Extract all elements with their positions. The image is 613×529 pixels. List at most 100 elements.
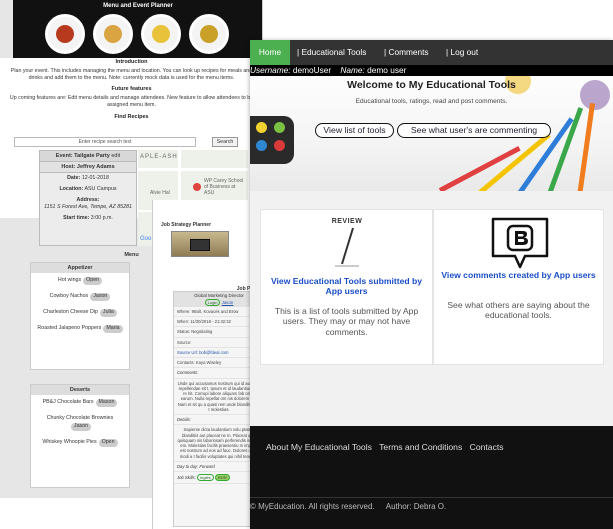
assignee-tag[interactable]: Maria [103, 324, 123, 333]
menu-item-name: Charleston Cheese Dip [43, 308, 98, 315]
nav-comments[interactable]: | Comments [384, 40, 429, 65]
map-road [138, 168, 248, 171]
view-tools-button[interactable]: View list of tools [315, 123, 394, 138]
menu-item-name: Chunky Chocolate Brownies [46, 414, 114, 421]
job-skills-label: Job Skills: [177, 475, 196, 481]
hero-subtitle: Educational tools, ratings, read and pos… [355, 98, 508, 105]
intro-text: Plan your event. This includes managing … [10, 68, 253, 82]
comments-card-description: See what others are saying about the edu… [447, 300, 590, 321]
desk-image [171, 231, 229, 257]
footer-contacts-link[interactable]: Contacts [470, 442, 504, 452]
assignee-tag[interactable]: Julia [99, 308, 117, 317]
event-details: Event: Tailgate Party edit Host: Jeffrey… [39, 150, 137, 246]
username-label: Username: [250, 65, 291, 75]
date-label: Date: [67, 175, 81, 181]
recipe-search-button[interactable]: Search [212, 137, 238, 147]
address-value: 1151 S Forest Ave, Tempe, AZ 85281 [44, 203, 132, 210]
map-label: WP Carey School of Business at ASU [204, 178, 244, 196]
comments-card: View comments created by App users See w… [433, 209, 604, 365]
location-value: ASU Campus [84, 185, 117, 192]
copyright-text: © MyEducation. All rights reserved. [250, 502, 375, 511]
start-label: Start time: [63, 214, 90, 221]
food-plate-image [141, 14, 181, 54]
review-pen-icon [335, 227, 359, 267]
recipe-search: Enter recipe search text Search [14, 137, 249, 148]
event-address: Address: 1151 S Forest Ave, Tempe, AZ 852… [40, 195, 136, 213]
menu-item: Cowboy Nachos Jason [31, 289, 129, 305]
assignee-tag[interactable]: Open [83, 277, 103, 285]
future-text: Up coming features are: Edit menu detail… [9, 95, 254, 109]
view-comments-button[interactable]: See what user's are commenting [397, 123, 551, 138]
login-link[interactable]: Login [204, 298, 221, 306]
event-date: Date: 12-01-2018 [40, 173, 136, 184]
food-plate-image [93, 14, 133, 54]
tools-card-title[interactable]: View Educational Tools submitted by App … [265, 276, 428, 297]
food-plate-image [45, 14, 85, 54]
menu-item: Hot wings Open [31, 273, 129, 289]
footer-about-link[interactable]: About My Educational Tools [266, 442, 372, 452]
appetizer-column: Appetizer Hot wings Open Cowboy Nachos Jas… [30, 262, 130, 370]
name-value: demo user [367, 65, 407, 75]
desserts-column: Deserts PB&J Chocolate Bars Mason Chunky … [30, 384, 130, 488]
event-start: Start time: 3:00 p.m. [40, 213, 136, 224]
planner-title: Menu and Event Planner [103, 3, 173, 9]
paint-palette-image [250, 116, 294, 164]
skill-badge: ROR [214, 474, 230, 482]
map-label: Alvie Hal [150, 190, 170, 196]
assignee-tag[interactable]: Jason [90, 292, 111, 301]
map-label: APLE-ASH [140, 154, 178, 160]
desserts-title: Deserts [31, 385, 129, 395]
footer: About My Educational Tools Terms and Con… [250, 426, 613, 529]
educational-tools-window: Home | Educational Tools | Comments | Lo… [250, 40, 613, 529]
location-label: Location: [59, 185, 84, 192]
menu-item: Roasted Jalapeno Poppers Maria [31, 321, 129, 337]
menu-item: Chunky Chocolate Brownies Jason [31, 411, 129, 435]
menu-item: PB&J Chocolate Bars Mason [31, 395, 129, 411]
date-value: 12-01-2018 [81, 175, 109, 181]
username-value: demoUser [292, 65, 332, 75]
name-label: Name: [340, 65, 365, 75]
assignee-tag[interactable]: Open [98, 438, 118, 447]
event-title: Event: Tailgate Party edit [40, 151, 136, 162]
comment-bubble-icon [491, 217, 549, 269]
tools-card: REVIEW View Educational Tools submitted … [260, 209, 433, 365]
menu-item-name: PB&J Chocolate Bars [42, 399, 94, 405]
hero-title: Welcome to My Educational Tools [347, 79, 516, 91]
map-pin-icon [193, 183, 201, 191]
author-text: Author: Debra O. [385, 502, 447, 511]
start-value: 3:00 p.m. [90, 214, 113, 221]
skill-badge: Inglés [197, 474, 214, 482]
tools-card-description: This is a list of tools submitted by App… [274, 306, 419, 337]
nav-educational-tools[interactable]: | Educational Tools [297, 40, 366, 65]
event-edit-link[interactable]: edit [111, 153, 120, 159]
feature-cards: REVIEW View Educational Tools submitted … [250, 191, 613, 426]
menu-item-name: Whiskey Whoopie Pies [42, 438, 97, 445]
comments-card-title[interactable]: View comments created by App users [438, 270, 599, 280]
event-location: Location: ASU Campus [40, 184, 136, 195]
find-recipes-title: Find Recipes [114, 113, 149, 120]
planner-hero: Menu and Event Planner [13, 0, 262, 58]
footer-links: About My Educational Tools Terms and Con… [266, 442, 509, 452]
menu-item-name: Hot wings [57, 277, 82, 283]
menu-item: Whiskey Whoopie Pies Open [31, 435, 129, 451]
user-link[interactable]: Jason [222, 300, 234, 305]
footer-terms-link[interactable]: Terms and Conditions [379, 442, 462, 452]
assignee-tag[interactable]: Mason [95, 399, 118, 407]
recipe-search-input[interactable]: Enter recipe search text [14, 137, 196, 147]
event-title-text: Event: Tailgate Party [55, 153, 110, 159]
food-plate-image [189, 14, 229, 54]
top-nav: Home | Educational Tools | Comments | Lo… [250, 40, 613, 65]
desktop: Menu and Event Planner Introduction Plan… [0, 0, 613, 529]
nav-log-out[interactable]: | Log out [446, 40, 478, 65]
job-planner-window: Job Strategy Planner Job Prospe Global M… [152, 200, 264, 529]
menu-item-name: Cowboy Nachos [49, 292, 89, 299]
laptop-icon [190, 239, 210, 251]
assignee-tag[interactable]: Jason [70, 422, 92, 431]
appetizer-title: Appetizer [31, 263, 129, 273]
footer-divider [250, 497, 613, 498]
review-badge: REVIEW [331, 218, 363, 225]
nav-home[interactable]: Home [250, 40, 290, 65]
user-bar: Username: demoUser Name: demo user [250, 65, 613, 76]
job-planner-title: Job Strategy Planner [161, 222, 212, 228]
menu-item-name: Roasted Jalapeno Poppers [37, 324, 102, 331]
